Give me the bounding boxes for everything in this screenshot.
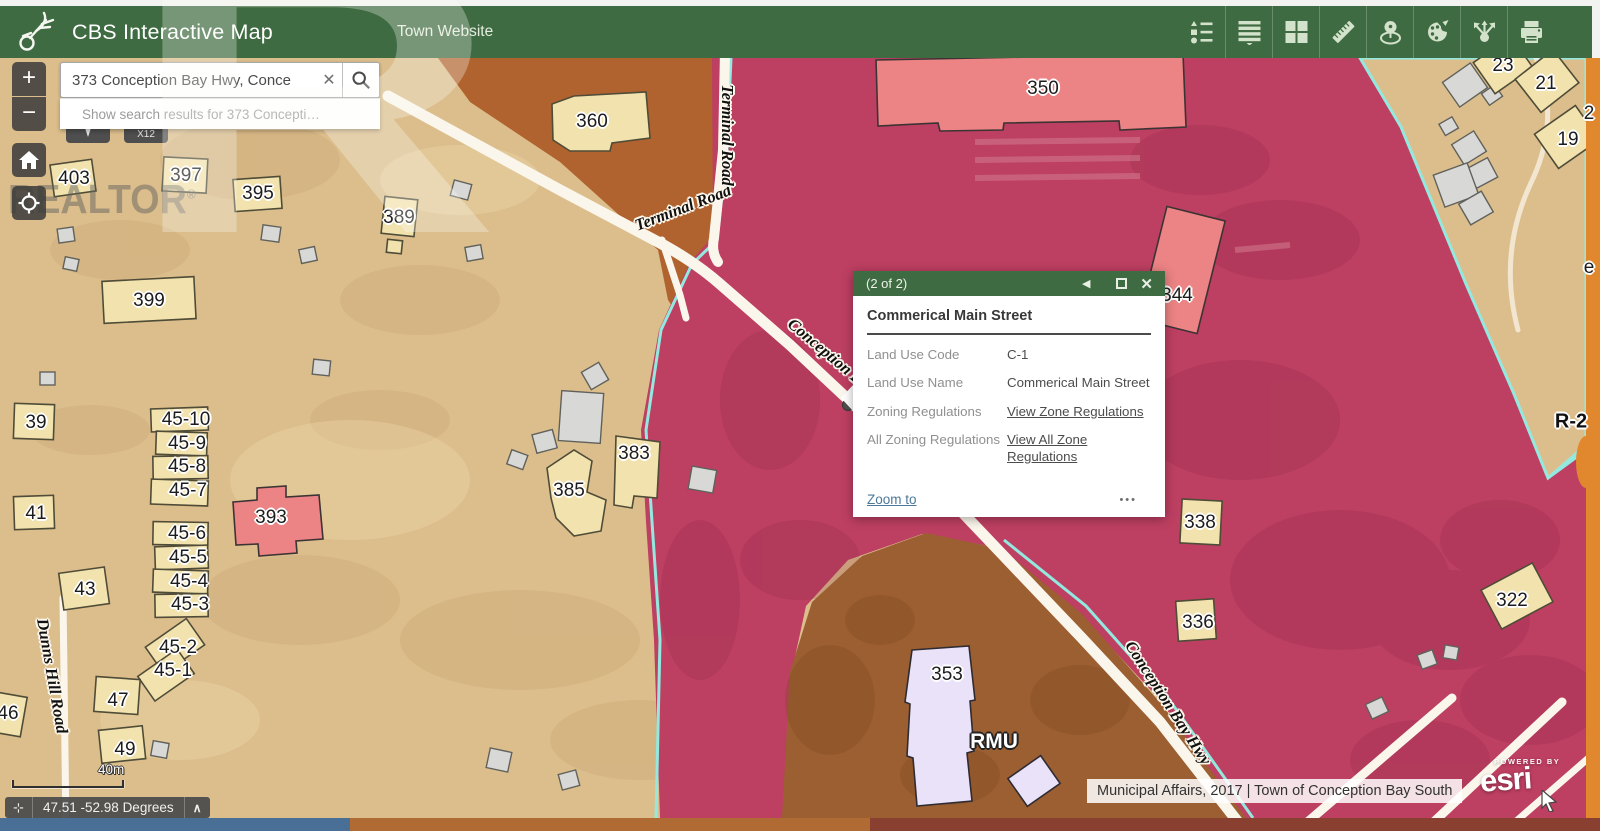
popup-previous-button[interactable]: ◀ [1082, 277, 1090, 290]
legend-button[interactable] [1178, 6, 1225, 58]
scale-bar [12, 780, 124, 788]
popup-footer: Zoom to ••• [867, 492, 1151, 507]
bottom-strip-brick [870, 818, 1600, 831]
popup-pager: (2 of 2) [866, 276, 1082, 291]
header-right-gap [1592, 6, 1600, 58]
esri-wordmark: esri [1479, 764, 1532, 795]
search-suggestion[interactable]: Show search results for 373 Concepti… [60, 98, 380, 129]
map-attribution: Municipal Affairs, 2017 | Town of Concep… [1087, 779, 1462, 803]
share-icon [1471, 19, 1498, 45]
map-toolbar [1178, 6, 1554, 58]
location-icon [1377, 19, 1404, 45]
search-icon [351, 70, 371, 90]
minus-icon: − [22, 101, 36, 125]
zoom-in-button[interactable]: + [12, 62, 46, 96]
town-website-link[interactable]: Town Website [397, 23, 493, 41]
popup-row-all-zoning-regulations: All Zoning Regulations View All Zone Reg… [867, 431, 1151, 466]
crosshair-icon[interactable]: ⊹ [5, 797, 33, 818]
zoom-to-link[interactable]: Zoom to [867, 492, 917, 507]
expand-coordinates-button[interactable]: ∧ [184, 797, 210, 818]
bottom-strip-blue [0, 818, 350, 831]
draw-icon [1424, 19, 1451, 45]
popup-row-land-use-name: Land Use Name Commerical Main Street [867, 374, 1151, 391]
locate-button[interactable] [12, 186, 46, 220]
field-label: All Zoning Regulations [867, 431, 1007, 466]
search-clear-button[interactable]: ✕ [316, 63, 342, 97]
basemap-gallery-icon [1283, 19, 1310, 45]
popup-title: Commerical Main Street [867, 308, 1151, 335]
app-window: 3603503442321194033973953893993945-1045-… [0, 0, 1600, 831]
search-widget: ✕ Show search results for 373 Concepti… [60, 62, 380, 129]
popup-row-land-use-code: Land Use Code C-1 [867, 346, 1151, 363]
layers-button[interactable] [1225, 6, 1272, 58]
print-button[interactable] [1507, 6, 1554, 58]
view-zone-regulations-link[interactable]: View Zone Regulations [1007, 403, 1151, 420]
app-title: CBS Interactive Map [72, 20, 273, 45]
popup-header: (2 of 2) ◀ ✕ [853, 271, 1165, 296]
feature-popup: (2 of 2) ◀ ✕ Commerical Main Street Land… [853, 271, 1165, 517]
view-all-zone-regulations-link[interactable]: View All Zone Regulations [1007, 431, 1151, 466]
print-icon [1518, 19, 1545, 45]
top-edge-strip [0, 0, 1600, 6]
app-header: CBS Interactive Map Town Website [0, 6, 1592, 58]
coordinate-widget: ⊹ 47.51 -52.98 Degrees ∧ [5, 797, 210, 818]
search-box: ✕ [60, 62, 380, 98]
coordinate-readout: 47.51 -52.98 Degrees [33, 797, 184, 818]
popup-maximize-button[interactable] [1116, 278, 1127, 289]
field-label: Land Use Code [867, 346, 1007, 363]
field-value: Commerical Main Street [1007, 374, 1151, 391]
home-button[interactable] [12, 143, 46, 177]
share-button[interactable] [1460, 6, 1507, 58]
zoom-out-button[interactable]: − [12, 97, 46, 131]
pin-icon [80, 128, 96, 140]
more-options-button[interactable]: ••• [1119, 494, 1137, 506]
popup-body: Commerical Main Street Land Use Code C-1… [853, 296, 1165, 465]
town-logo [14, 9, 56, 55]
field-label: Land Use Name [867, 374, 1007, 391]
field-value: C-1 [1007, 346, 1151, 363]
locate-icon [18, 192, 40, 214]
scale-label: 40m [98, 762, 124, 777]
popup-row-zoning-regulations: Zoning Regulations View Zone Regulations [867, 403, 1151, 420]
search-input[interactable] [61, 63, 316, 97]
draw-button[interactable] [1413, 6, 1460, 58]
search-submit-button[interactable] [342, 63, 379, 97]
layers-icon [1236, 19, 1263, 45]
home-icon [19, 151, 39, 169]
legend-icon [1188, 19, 1215, 45]
popup-close-button[interactable]: ✕ [1140, 275, 1153, 293]
measure-icon [1330, 19, 1357, 45]
zone-orange-blob [1576, 436, 1596, 488]
bottom-strip-sienna [350, 818, 870, 831]
location-button[interactable] [1366, 6, 1413, 58]
measure-button[interactable] [1319, 6, 1366, 58]
mouse-cursor [1540, 790, 1560, 812]
x12-glyph: X12 [137, 129, 155, 140]
field-label: Zoning Regulations [867, 403, 1007, 420]
plus-icon: + [22, 66, 36, 90]
basemap-gallery-button[interactable] [1272, 6, 1319, 58]
